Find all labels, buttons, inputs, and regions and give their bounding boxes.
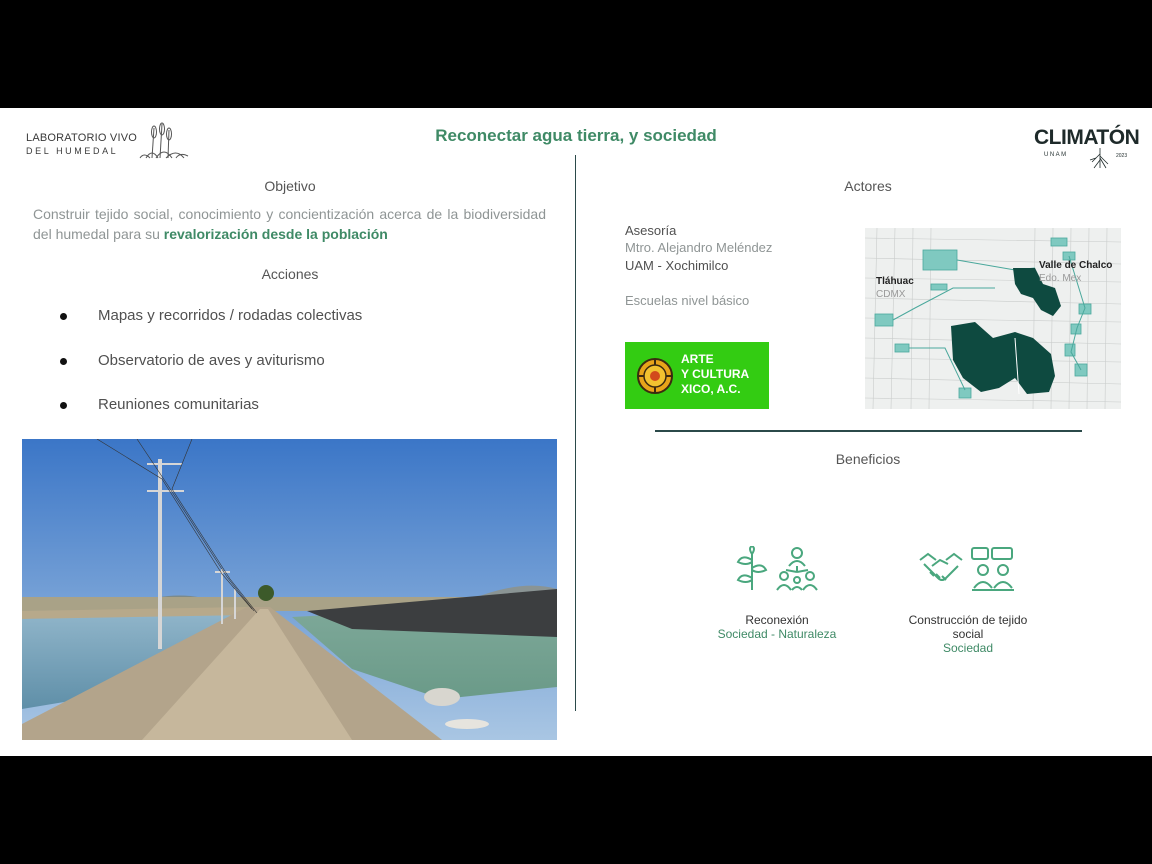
asesor-name: Mtro. Alejandro Meléndez xyxy=(625,240,773,255)
beneficio-subtitle: Sociedad - Naturaleza xyxy=(717,627,837,641)
community-network-icon xyxy=(776,547,818,591)
people-discussion-icon xyxy=(971,547,1014,591)
accion-label: Mapas y recorridos / rodadas colectivas xyxy=(98,307,363,324)
vertical-divider xyxy=(575,155,576,711)
arte-line-1: ARTE xyxy=(681,352,714,366)
arte-line-3: XICO, A.C. xyxy=(681,382,741,396)
bullet-icon xyxy=(60,313,67,320)
wetland-road-photo xyxy=(22,439,557,740)
map-label-edomex: Edo. Mex xyxy=(1039,273,1082,284)
bullet-icon xyxy=(60,402,67,409)
climaton-name: CLIMATÓN xyxy=(1034,126,1140,149)
beneficios-heading: Beneficios xyxy=(835,451,901,467)
schools-label: Escuelas nivel básico xyxy=(625,293,750,308)
arte-logo-text: ARTE Y CULTURA XICO, A.C. xyxy=(681,352,749,397)
reeds-icon xyxy=(139,122,189,159)
region-map: Tláhuac CDMX Valle de Chalco Edo. Mex xyxy=(865,228,1121,409)
handshake-icon xyxy=(919,552,963,581)
acciones-heading: Acciones xyxy=(261,266,319,282)
page-title: Reconectar agua tierra, y sociedad xyxy=(435,126,717,145)
accion-label: Observatorio de aves y aviturismo xyxy=(98,352,325,369)
objetivo-highlight: revalorización desde la población xyxy=(163,226,388,242)
slide: LABORATORIO VIVO DEL HUMEDAL Reconectar … xyxy=(0,108,1152,756)
map-label-valle: Valle de Chalco xyxy=(1039,260,1113,271)
map-graphic xyxy=(865,228,1121,409)
arte-line-2: Y CULTURA xyxy=(681,367,750,381)
map-label-cdmx: CDMX xyxy=(876,289,906,300)
climaton-logo: CLIMATÓN UNAM 2023 xyxy=(1030,122,1140,169)
accion-label: Reuniones comunitarias xyxy=(98,396,259,413)
beneficio-title: Construcción de tejido social xyxy=(908,613,1028,641)
objetivo-heading: Objetivo xyxy=(264,178,316,194)
logo-left-line1: LABORATORIO VIVO xyxy=(26,132,137,144)
bullet-icon xyxy=(60,358,67,365)
map-label-tlahuac: Tláhuac xyxy=(876,276,914,287)
plants-icon xyxy=(736,546,768,590)
laboratorio-vivo-logo: LABORATORIO VIVO DEL HUMEDAL xyxy=(24,122,189,162)
gear-sun-icon xyxy=(637,358,673,394)
arte-cultura-xico-logo: ARTE Y CULTURA XICO, A.C. xyxy=(625,342,769,409)
actores-heading: Actores xyxy=(844,178,892,194)
logo-left-line2: DEL HUMEDAL xyxy=(26,146,119,156)
beneficio-title: Reconexión xyxy=(745,613,809,627)
climaton-year: 2023 xyxy=(1116,153,1128,159)
objetivo-text: Construir tejido social, conocimiento y … xyxy=(33,204,546,244)
beneficio-tejido-social: Construcción de tejido social Sociedad xyxy=(896,613,1040,655)
horizontal-divider xyxy=(655,430,1082,432)
beneficio-subtitle: Sociedad xyxy=(942,641,994,655)
institution-name: UAM - Xochimilco xyxy=(625,258,729,273)
asesoria-label: Asesoría xyxy=(625,223,677,238)
climaton-unam: UNAM xyxy=(1044,152,1068,158)
beneficio-reconexion: Reconexión Sociedad - Naturaleza xyxy=(700,613,854,641)
roots-icon xyxy=(1089,148,1109,169)
